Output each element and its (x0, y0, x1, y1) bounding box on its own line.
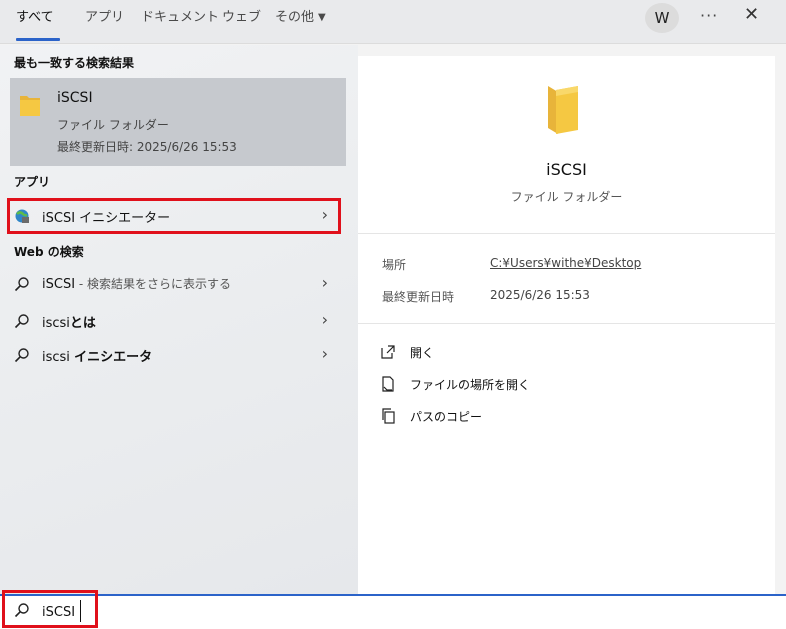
text-caret (80, 600, 81, 622)
app-item-iscsi-initiator[interactable]: iSCSI イニシエーター › (7, 198, 341, 234)
copy-path-label: パスのコピー (410, 410, 483, 424)
modified-value: 2025/6/26 15:53 (490, 288, 590, 302)
close-button[interactable]: ✕ (744, 4, 759, 25)
web-item-bold-text: とは (69, 316, 96, 331)
web-item-label: iscsiとは (42, 312, 96, 331)
best-match-heading: 最も一致する検索結果 (14, 56, 135, 70)
tab-all[interactable]: すべて (16, 0, 54, 40)
web-item-text: iSCSI (42, 277, 76, 292)
web-item-bold-text: イニシエータ (74, 350, 153, 365)
open-file-location-label: ファイルの場所を開く (410, 378, 531, 392)
active-tab-indicator (16, 38, 60, 41)
iscsi-initiator-icon (15, 209, 29, 223)
web-item-label: iSCSI - 検索結果をさらに表示する (42, 275, 231, 292)
tab-web-label: ウェブ (222, 10, 262, 25)
divider (358, 233, 775, 234)
caret-down-icon: ▼ (318, 12, 326, 23)
tab-documents-label: ドキュメント (141, 10, 220, 25)
tab-apps[interactable]: アプリ (85, 0, 124, 40)
folder-icon (20, 96, 40, 116)
chevron-right-icon[interactable]: › (322, 273, 328, 292)
account-avatar[interactable]: W (645, 3, 679, 33)
web-item-text: iscsi (42, 316, 70, 331)
location-link[interactable]: C:¥Users¥withe¥Desktop (490, 256, 641, 270)
folder-icon (548, 86, 578, 134)
web-search-heading: Web の検索 (14, 245, 84, 259)
tab-apps-label: アプリ (85, 10, 125, 25)
results-pane: 最も一致する検索結果 iSCSI ファイル フォルダー 最終更新日時: 2025… (0, 45, 358, 594)
web-item-suffix: - 検索結果をさらに表示する (75, 277, 231, 291)
tab-web[interactable]: ウェブ (222, 0, 261, 40)
best-match-name: iSCSI (57, 90, 93, 106)
tab-more-dropdown[interactable]: その他 ▼ (275, 0, 326, 40)
chevron-right-icon[interactable]: › (322, 310, 328, 329)
web-item-iscsi-initiator[interactable]: iscsi イニシエータ › (10, 340, 338, 370)
search-icon (14, 348, 29, 363)
chevron-right-icon[interactable]: › (322, 344, 328, 363)
preview-subtitle: ファイル フォルダー (510, 190, 623, 204)
app-item-label: iSCSI イニシエーター (42, 211, 171, 226)
search-icon (14, 277, 29, 292)
web-item-iscsi[interactable]: iSCSI - 検索結果をさらに表示する › (10, 269, 338, 299)
best-match-modified: 最終更新日時: 2025/6/26 15:53 (57, 140, 237, 154)
web-item-iscsi-towa[interactable]: iscsiとは › (10, 306, 338, 336)
apps-heading: アプリ (14, 175, 51, 189)
tab-documents[interactable]: ドキュメント (141, 0, 219, 40)
best-match-type: ファイル フォルダー (57, 118, 169, 132)
open-action-label: 開く (410, 346, 435, 360)
divider (358, 323, 775, 324)
top-tab-bar: すべて アプリ ドキュメント ウェブ その他 ▼ W ··· ✕ (0, 0, 786, 44)
file-location-icon (382, 376, 394, 392)
modified-label: 最終更新日時 (382, 290, 455, 304)
web-item-label: iscsi イニシエータ (42, 346, 152, 365)
web-item-text: iscsi (42, 350, 75, 365)
location-label: 場所 (382, 258, 407, 272)
chevron-right-icon[interactable]: › (322, 205, 328, 224)
more-options-button[interactable]: ··· (700, 6, 718, 25)
search-icon (14, 314, 29, 329)
preview-title: iSCSI (546, 160, 587, 179)
open-external-icon (381, 345, 395, 359)
search-icon (14, 603, 29, 618)
search-input[interactable] (42, 600, 742, 624)
preview-pane: iSCSI ファイル フォルダー 場所 C:¥Users¥withe¥Deskt… (358, 56, 775, 594)
tab-all-label: すべて (16, 10, 54, 25)
tab-more-label: その他 (275, 10, 315, 25)
best-match-item[interactable]: iSCSI ファイル フォルダー 最終更新日時: 2025/6/26 15:53 (10, 78, 346, 166)
copy-icon (382, 408, 395, 424)
